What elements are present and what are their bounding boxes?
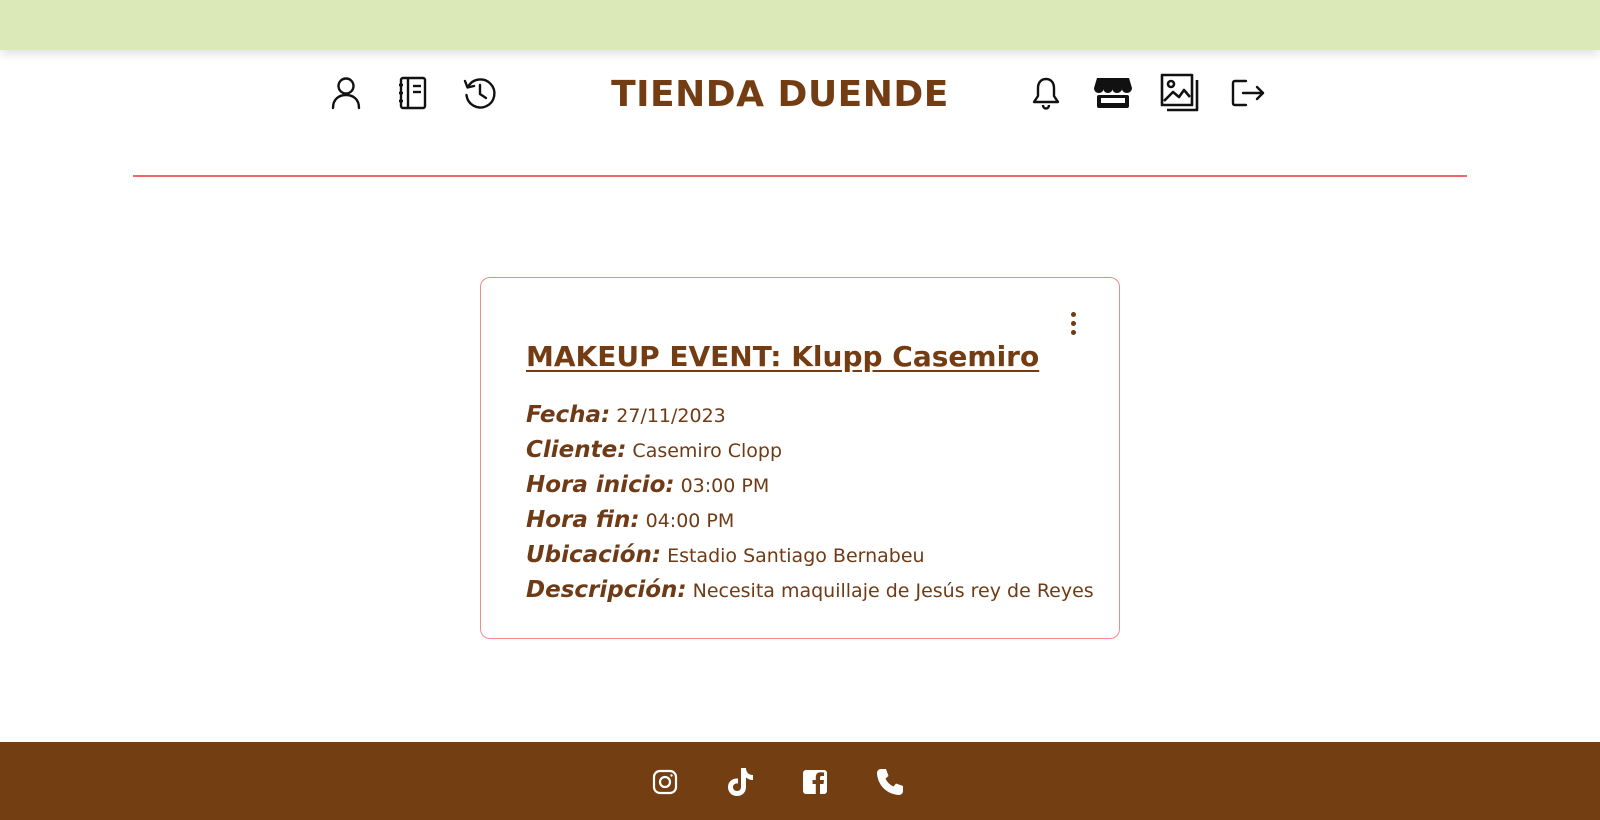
detail-hora-inicio: Hora inicio: 03:00 PM <box>526 472 770 498</box>
bell-icon[interactable] <box>1026 73 1066 113</box>
top-bar <box>0 0 1600 50</box>
event-details: Fecha: 27/11/2023 Cliente: Casemiro Clopp … <box>526 398 1106 608</box>
phone-icon[interactable] <box>872 764 908 800</box>
event-card: MAKEUP EVENT: Klupp Casemiro Fecha: 27/11… <box>480 277 1120 639</box>
notebook-icon[interactable] <box>393 73 433 113</box>
gallery-icon[interactable] <box>1160 73 1200 113</box>
tiktok-icon[interactable] <box>722 764 758 800</box>
site-header: TIENDA DUENDE <box>0 50 1600 180</box>
site-footer <box>0 742 1600 820</box>
more-vertical-icon[interactable] <box>1063 308 1083 338</box>
header-divider <box>133 175 1467 177</box>
user-icon[interactable] <box>326 73 366 113</box>
detail-cliente: Cliente: Casemiro Clopp <box>526 437 783 463</box>
brand-title: TIENDA DUENDE <box>611 74 949 115</box>
detail-hora-fin: Hora fin: 04:00 PM <box>526 507 735 533</box>
facebook-icon[interactable] <box>797 764 833 800</box>
detail-descripcion: Descripción: Necesita maquillaje de Jesús… <box>526 577 1094 603</box>
history-icon[interactable] <box>460 73 500 113</box>
event-title[interactable]: MAKEUP EVENT: Klupp Casemiro <box>526 340 1039 373</box>
detail-ubicacion: Ubicación: Estadio Santiago Bernabeu <box>526 542 925 568</box>
store-icon[interactable] <box>1093 73 1133 113</box>
instagram-icon[interactable] <box>647 764 683 800</box>
detail-fecha: Fecha: 27/11/2023 <box>526 402 726 428</box>
logout-icon[interactable] <box>1228 73 1268 113</box>
